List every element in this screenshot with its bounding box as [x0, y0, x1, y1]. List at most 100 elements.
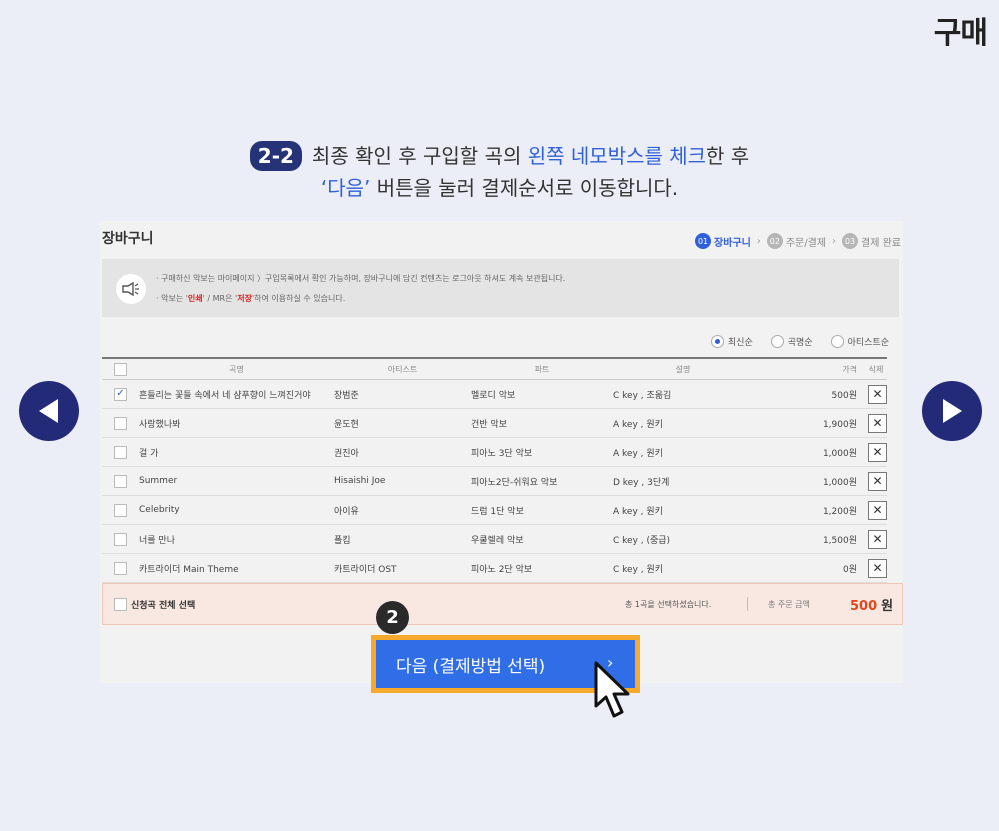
radio-selected[interactable] — [710, 335, 724, 348]
cart-title: 장바구니 — [102, 231, 154, 247]
total-amount: 500 원 — [850, 595, 893, 614]
cell-part: 건반 악보 — [471, 419, 507, 430]
cell-artist: 아이유 — [334, 506, 359, 517]
row-checkbox[interactable] — [114, 474, 127, 488]
row-checkbox[interactable]: ✓ — [114, 387, 127, 401]
select-all-checkbox[interactable] — [114, 597, 127, 611]
table-header: 곡명 아티스트 파트 설명 가격 삭제 — [102, 357, 887, 380]
cell-title: 흔들리는 꽃들 속에서 네 샴푸향이 느껴진거야 — [139, 390, 311, 401]
cell-price: 500원 — [831, 390, 857, 401]
delete-icon[interactable]: ✕ — [868, 442, 887, 462]
radio[interactable] — [830, 335, 844, 348]
cell-part: 우쿨렐레 악보 — [471, 535, 524, 546]
delete-icon[interactable]: ✕ — [868, 413, 887, 433]
table-row: ✓ 흔들리는 꽃들 속에서 네 샴푸향이 느껴진거야 장범준 멜로디 악보 C key … — [102, 380, 887, 409]
row-checkbox[interactable] — [114, 445, 127, 459]
chevron-right-icon: › — [832, 235, 837, 247]
header-title: 곡명 — [229, 364, 244, 374]
header-artist: 아티스트 — [387, 364, 418, 374]
cell-desc: C key , 원키 — [613, 564, 664, 575]
total-value: 500 — [850, 598, 878, 614]
sort-latest[interactable]: 최신순 — [710, 335, 753, 348]
select-all[interactable]: 신청곡 전체 선택 — [114, 597, 196, 611]
cell-title: Celebrity — [139, 505, 180, 515]
cell-desc: A key , 원키 — [613, 506, 663, 517]
step-badge: 2-2 — [249, 141, 302, 171]
pointer-cursor-icon — [594, 661, 630, 718]
cell-part: 멜로디 악보 — [471, 390, 516, 401]
instruction-line1-a: 최종 확인 후 구입할 곡의 — [311, 144, 528, 168]
cell-desc: C key , (중급) — [613, 535, 671, 546]
cell-price: 1,200원 — [822, 506, 857, 517]
step-label: 주문/결제 — [785, 237, 827, 249]
cell-title: 걸 가 — [139, 448, 159, 459]
divider — [747, 597, 748, 611]
cell-artist: 장범준 — [334, 390, 359, 401]
delete-icon[interactable]: ✕ — [868, 384, 887, 404]
step-label: 결제 완료 — [861, 237, 901, 249]
instruction-text: 2-2 최종 확인 후 구입할 곡의 왼쪽 네모박스를 체크한 후 ‘다음’ 버튼… — [0, 140, 999, 204]
cell-price: 0원 — [842, 564, 857, 575]
delete-icon[interactable]: ✕ — [868, 558, 887, 578]
cell-part: 드럼 1단 악보 — [471, 506, 524, 517]
callout-number-badge: 2 — [376, 601, 409, 634]
sort-title[interactable]: 곡명순 — [770, 335, 813, 348]
header-checkbox[interactable] — [114, 362, 127, 376]
notice-lines: · 구매하신 악보는 마이페이지 〉구입목록에서 확인 가능하며, 장바구니에 … — [156, 274, 566, 303]
step-number: 02 — [766, 233, 783, 249]
step-order: 02 주문/결제 — [766, 233, 827, 249]
cart-table: 곡명 아티스트 파트 설명 가격 삭제 ✓ 흔들리는 꽃들 속에서 네 샴푸향이 … — [102, 357, 887, 583]
delete-icon[interactable]: ✕ — [868, 500, 887, 520]
prev-slide-button[interactable] — [19, 381, 79, 441]
cell-price: 1,000원 — [822, 448, 857, 459]
step-label: 장바구니 — [714, 237, 751, 249]
megaphone-icon — [116, 274, 146, 304]
notice-line2-c: '하여 이용하실 수 있습니다. — [251, 294, 346, 303]
notice-print: 인쇄 — [187, 294, 203, 303]
step-complete: 03 결제 완료 — [842, 233, 901, 249]
next-button-label: 다음 (결제방법 선택) — [396, 656, 546, 677]
instruction-line2-b: 버튼을 눌러 결제순서로 이동합니다. — [370, 176, 679, 200]
sort-artist[interactable]: 아티스트순 — [830, 335, 889, 348]
page-corner-title: 구매 — [933, 16, 988, 51]
table-row: 사랑했나봐 윤도현 건반 악보 A key , 원키 1,900원 ✕ — [102, 409, 887, 438]
notice-line2-b: ' / MR은 ' — [202, 294, 238, 303]
cell-title: 사랑했나봐 — [139, 419, 181, 430]
cell-price: 1,000원 — [822, 477, 857, 488]
header-part: 파트 — [534, 364, 550, 374]
radio[interactable] — [770, 335, 784, 348]
cell-part: 피아노2단-쉬워요 악보 — [471, 477, 558, 488]
cell-title: 카트라이더 Main Theme — [139, 564, 239, 575]
row-checkbox[interactable] — [114, 416, 127, 430]
cell-title: 너를 만나 — [139, 535, 175, 546]
row-checkbox[interactable] — [114, 532, 127, 546]
table-row: 너를 만나 폴킴 우쿨렐레 악보 C key , (중급) 1,500원 ✕ — [102, 525, 887, 554]
triangle-right-icon — [943, 399, 962, 423]
notice-line1: 구매하신 악보는 마이페이지 〉구입목록에서 확인 가능하며, 장바구니에 담긴… — [161, 274, 566, 283]
notice-line2-a: 악보는 ' — [161, 294, 188, 303]
checkout-steps: 01 장바구니 › 02 주문/결제 › 03 결제 완료 — [689, 233, 901, 249]
triangle-left-icon — [39, 399, 58, 423]
select-all-label: 신청곡 전체 선택 — [131, 600, 196, 611]
cell-title: Summer — [139, 476, 178, 486]
cell-desc: A key , 원키 — [613, 448, 663, 459]
row-checkbox[interactable] — [114, 561, 127, 575]
chevron-right-icon: › — [756, 235, 761, 247]
cell-desc: A key , 원키 — [613, 419, 663, 430]
cell-artist: 윤도현 — [334, 419, 359, 430]
next-slide-button[interactable] — [922, 381, 982, 441]
header-delete: 삭제 — [868, 364, 884, 374]
cell-artist: 카트라이더 OST — [334, 564, 397, 575]
sort-options: 최신순 곡명순 아티스트순 — [693, 335, 889, 348]
step-cart: 01 장바구니 — [695, 233, 751, 249]
row-checkbox[interactable] — [114, 503, 127, 517]
sort-label: 곡명순 — [787, 338, 813, 348]
delete-icon[interactable]: ✕ — [868, 471, 887, 491]
cell-desc: D key , 3단계 — [613, 477, 670, 488]
cell-artist: 권진아 — [334, 448, 359, 459]
delete-icon[interactable]: ✕ — [868, 529, 887, 549]
cell-price: 1,500원 — [822, 535, 857, 546]
step-number: 03 — [842, 233, 859, 249]
instruction-line2-highlight: ‘다음’ — [320, 176, 371, 200]
cell-artist: 폴킴 — [334, 535, 351, 546]
